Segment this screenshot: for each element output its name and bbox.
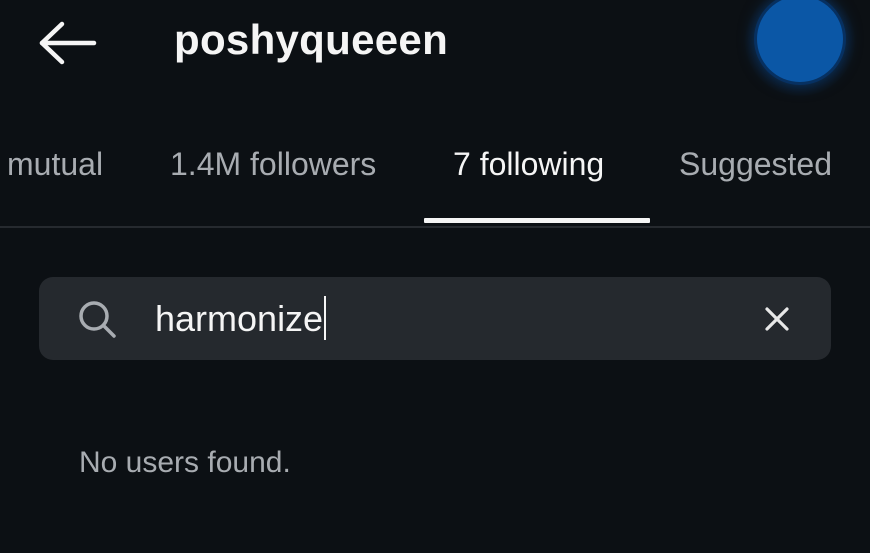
profile-avatar[interactable]	[757, 0, 843, 82]
tab-suggested[interactable]: Suggested	[679, 146, 832, 183]
tab-followers[interactable]: 1.4M followers	[170, 146, 376, 183]
tab-mutual[interactable]: mutual	[7, 146, 103, 183]
close-icon[interactable]	[757, 299, 797, 339]
profile-username-title: poshyqueeen	[174, 16, 449, 63]
tab-following[interactable]: 7 following	[453, 146, 604, 183]
search-input[interactable]: harmonize	[155, 294, 327, 344]
search-input-value: harmonize	[155, 298, 324, 339]
text-caret	[324, 296, 327, 341]
search-bar[interactable]: harmonize	[39, 277, 831, 360]
back-button[interactable]	[36, 20, 98, 66]
arrow-left-icon	[39, 21, 97, 65]
search-icon	[79, 301, 116, 338]
empty-results-message: No users found.	[79, 446, 291, 479]
follow-tabs: mutual 1.4M followers 7 following Sugges…	[0, 130, 870, 228]
top-bar: poshyqueeen	[0, 0, 870, 96]
following-search-screen: poshyqueeen mutual 1.4M followers 7 foll…	[0, 0, 870, 553]
active-tab-indicator	[424, 218, 650, 223]
